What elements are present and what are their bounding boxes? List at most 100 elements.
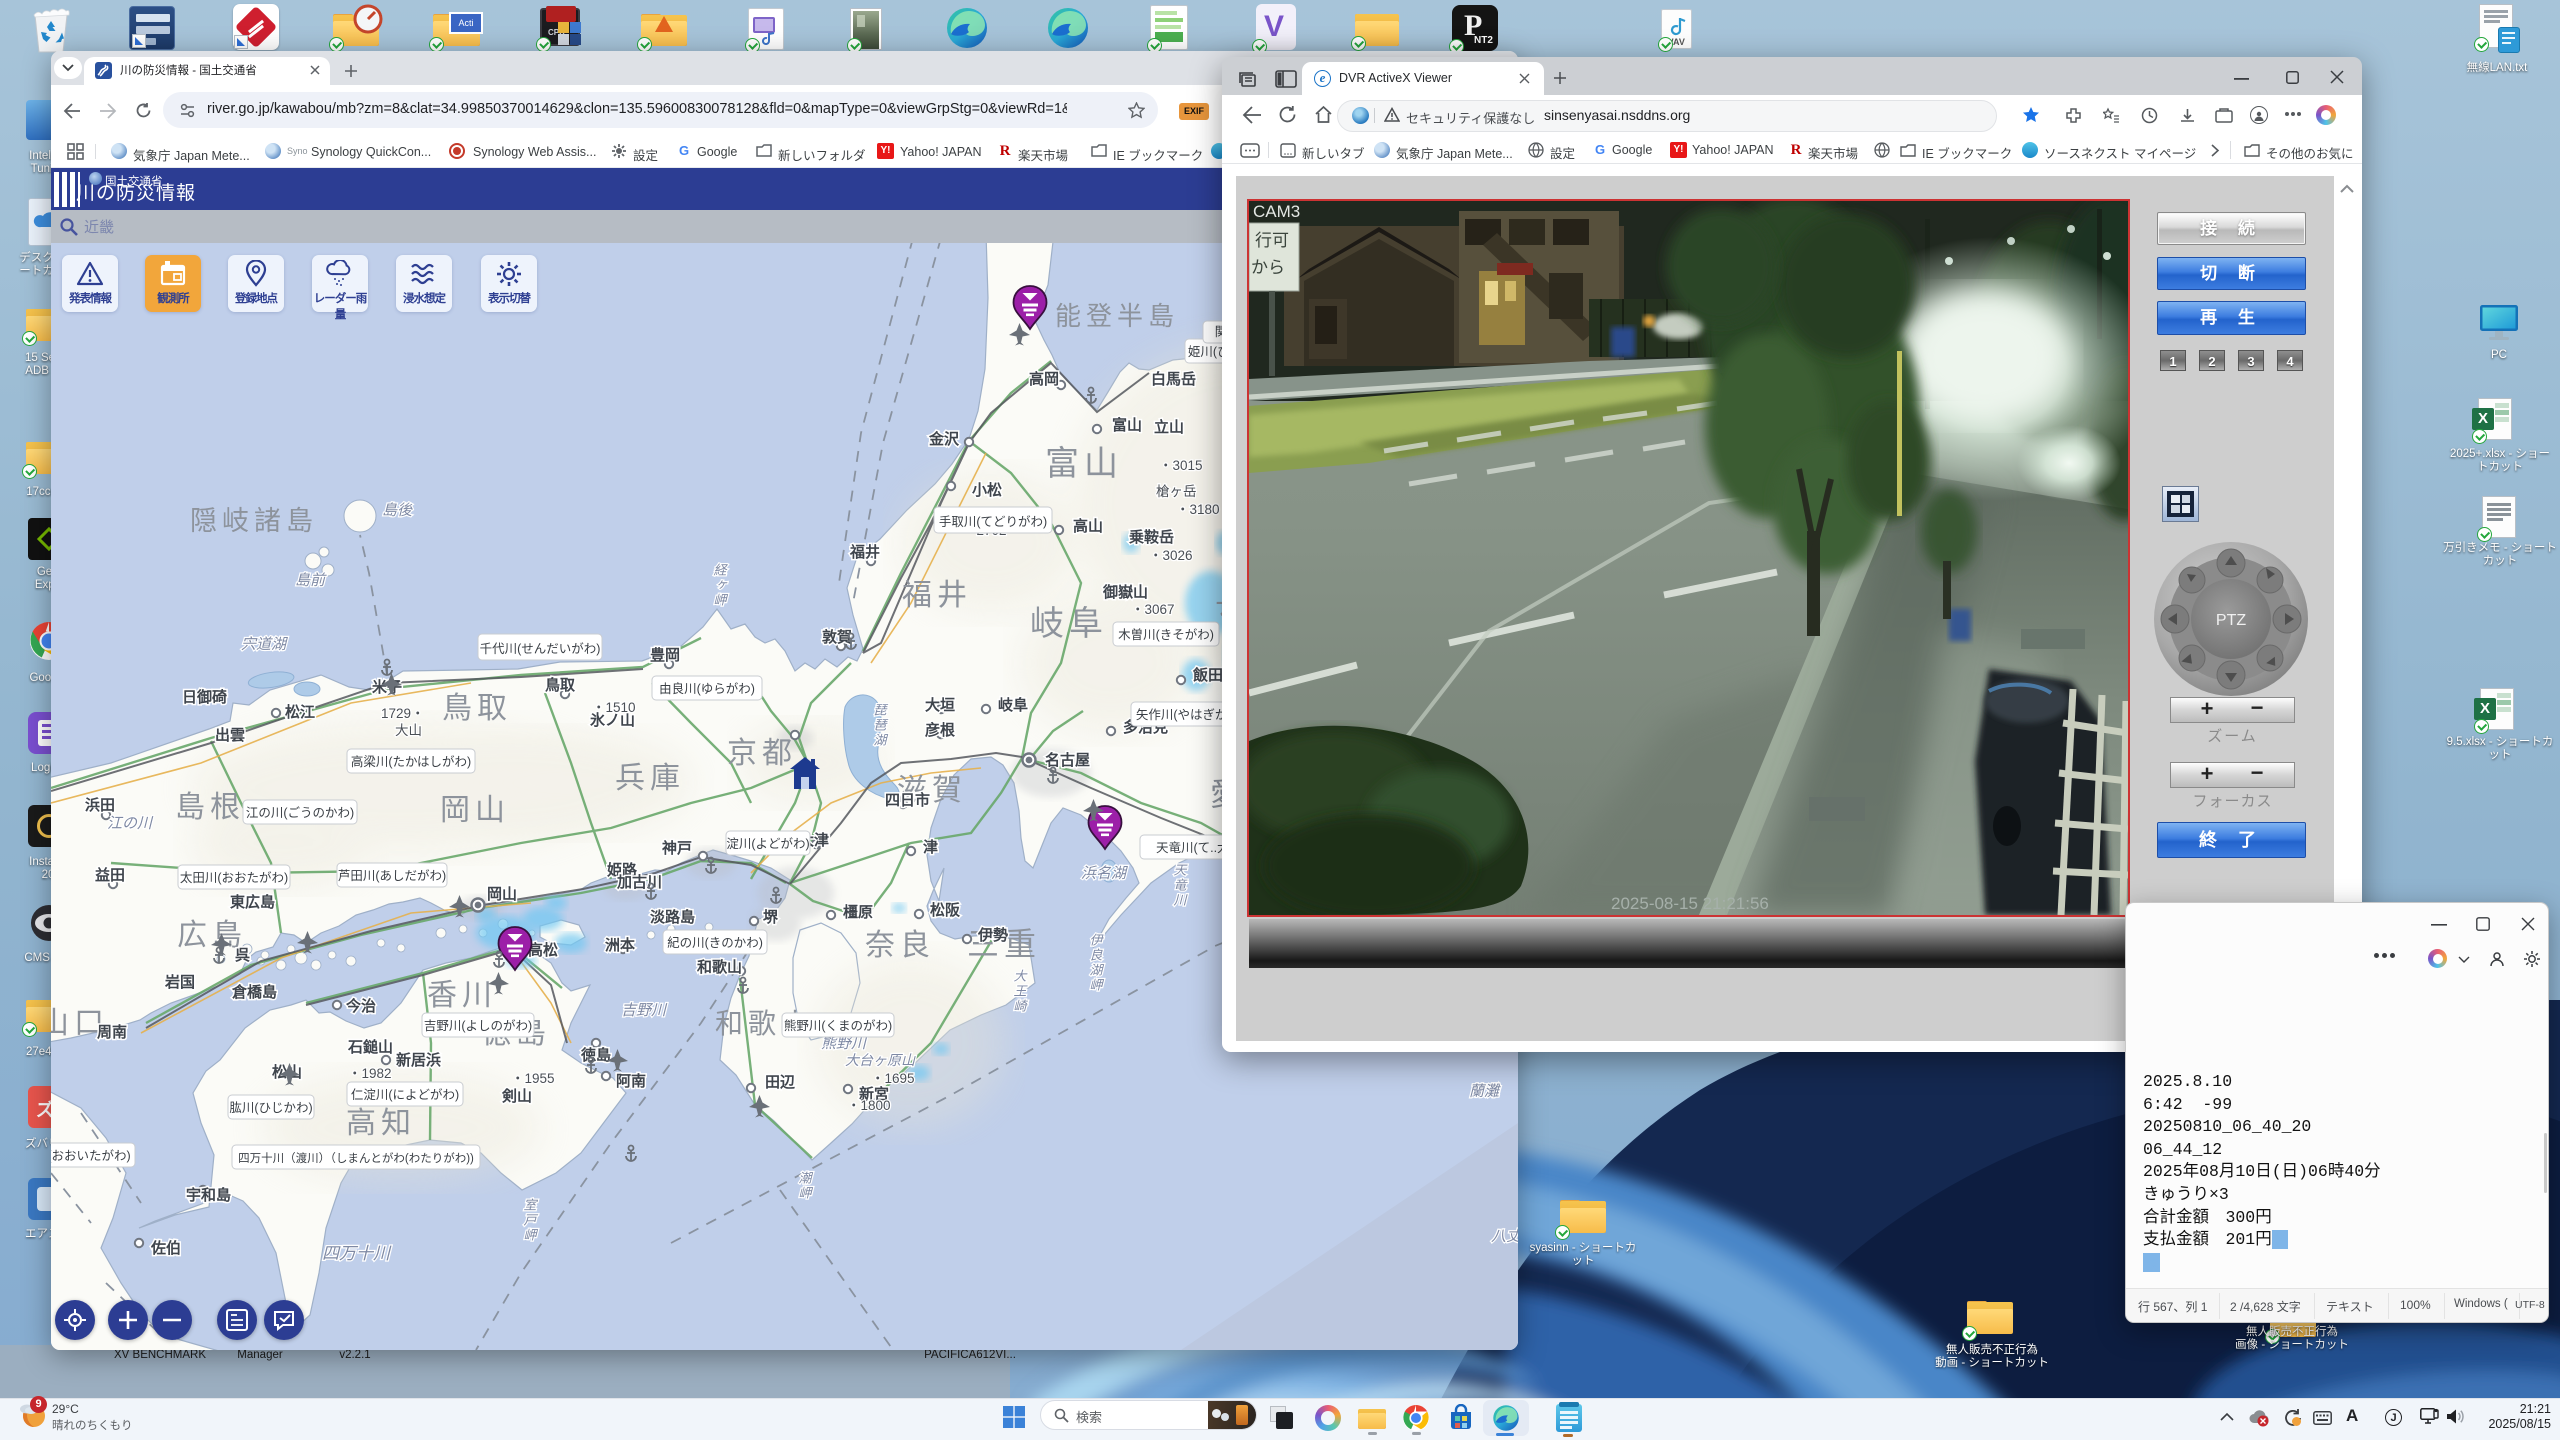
svg-text:彦根: 彦根 bbox=[925, 721, 955, 739]
svg-text:石鎚山: 石鎚山 bbox=[347, 1038, 393, 1056]
svg-text:東広島: 東広島 bbox=[230, 893, 275, 911]
svg-text:松江: 松江 bbox=[285, 703, 315, 721]
svg-text:田辺: 田辺 bbox=[765, 1073, 796, 1091]
svg-text:肱川(ひじかわ): 肱川(ひじかわ) bbox=[229, 1100, 312, 1115]
svg-text:行可: 行可 bbox=[1255, 231, 1289, 250]
svg-text:橿原: 橿原 bbox=[843, 903, 873, 921]
svg-text:吉野川: 吉野川 bbox=[621, 1002, 668, 1019]
svg-text:芦田川(あしだがわ): 芦田川(あしだがわ) bbox=[338, 868, 446, 883]
svg-text:立山: 立山 bbox=[1154, 418, 1184, 436]
svg-text:高松: 高松 bbox=[528, 941, 558, 959]
svg-text:津: 津 bbox=[923, 838, 938, 856]
svg-text:乗鞍岳: 乗鞍岳 bbox=[1129, 528, 1174, 546]
svg-text:手取川(てどりがわ): 手取川(てどりがわ) bbox=[939, 514, 1047, 529]
svg-text:四万十川: 四万十川 bbox=[322, 1244, 392, 1263]
svg-text:江の川(ごうのかわ): 江の川(ごうのかわ) bbox=[246, 805, 354, 820]
svg-text:室戸岬: 室戸岬 bbox=[521, 1197, 537, 1243]
svg-text:新居浜: 新居浜 bbox=[396, 1051, 441, 1069]
svg-text:八丈: 八丈 bbox=[1491, 1228, 1518, 1245]
svg-text:太田川(おおたがわ): 太田川(おおたがわ) bbox=[180, 870, 288, 885]
svg-text:周南: 周南 bbox=[97, 1023, 127, 1041]
svg-text:鳥取: 鳥取 bbox=[442, 692, 512, 725]
svg-text:高知: 高知 bbox=[346, 1107, 416, 1140]
svg-text:・1955: ・1955 bbox=[511, 1071, 555, 1086]
svg-text:PTZ: PTZ bbox=[2216, 612, 2246, 629]
svg-text:福井: 福井 bbox=[902, 579, 972, 612]
svg-text:・3026: ・3026 bbox=[1149, 548, 1193, 563]
svg-text:剣山: 剣山 bbox=[501, 1087, 532, 1105]
svg-text:槍ヶ岳: 槍ヶ岳 bbox=[1156, 484, 1197, 499]
svg-text:木曽川(きそがわ): 木曽川(きそがわ) bbox=[1118, 627, 1214, 642]
svg-text:米子: 米子 bbox=[372, 678, 402, 696]
svg-text:・1510: ・1510 bbox=[592, 700, 636, 715]
svg-text:鳥取: 鳥取 bbox=[545, 676, 576, 694]
svg-text:白馬岳: 白馬岳 bbox=[1151, 370, 1196, 388]
svg-text:益田: 益田 bbox=[95, 866, 125, 884]
svg-text:洲本: 洲本 bbox=[605, 936, 635, 954]
svg-text:CAM3: CAM3 bbox=[1253, 202, 1300, 221]
svg-text:神戸: 神戸 bbox=[662, 839, 692, 857]
svg-text:御嶽山: 御嶽山 bbox=[1102, 583, 1148, 601]
svg-text:岩国: 岩国 bbox=[164, 973, 195, 991]
svg-text:京都: 京都 bbox=[727, 737, 797, 770]
svg-text:高梁川(たかはしがわ): 高梁川(たかはしがわ) bbox=[351, 754, 471, 769]
svg-text:熊野川(くまのがわ): 熊野川(くまのがわ) bbox=[784, 1018, 892, 1033]
svg-text:和歌山: 和歌山 bbox=[697, 958, 742, 976]
svg-text:伊勢: 伊勢 bbox=[977, 926, 1008, 944]
svg-text:大垣: 大垣 bbox=[925, 696, 955, 714]
svg-text:熊野川: 熊野川 bbox=[821, 1035, 868, 1052]
svg-text:兵庫: 兵庫 bbox=[615, 762, 685, 795]
svg-text:岡山: 岡山 bbox=[440, 794, 510, 827]
svg-text:大台ヶ原山: 大台ヶ原山 bbox=[845, 1052, 916, 1068]
svg-text:宍道湖: 宍道湖 bbox=[241, 636, 288, 653]
svg-text:琵琶湖: 琵琶湖 bbox=[871, 703, 887, 748]
svg-text:紀の川(きのかわ): 紀の川(きのかわ) bbox=[667, 936, 763, 950]
svg-text:福井: 福井 bbox=[849, 543, 880, 561]
svg-text:徳島: 徳島 bbox=[580, 1046, 611, 1064]
svg-text:堺: 堺 bbox=[763, 908, 779, 926]
svg-text:四日市: 四日市 bbox=[885, 791, 930, 809]
svg-text:金沢: 金沢 bbox=[928, 430, 960, 448]
svg-text:松阪: 松阪 bbox=[930, 901, 961, 919]
svg-text:呉: 呉 bbox=[235, 947, 250, 964]
svg-text:倉橋島: 倉橋島 bbox=[231, 983, 277, 1001]
svg-text:淀川(よどがわ): 淀川(よどがわ) bbox=[726, 836, 809, 851]
svg-text:隠岐諸島: 隠岐諸島 bbox=[190, 506, 318, 536]
svg-text:飯田: 飯田 bbox=[1192, 666, 1223, 684]
svg-text:富山: 富山 bbox=[1112, 416, 1142, 434]
svg-text:島後: 島後 bbox=[382, 502, 413, 519]
svg-text:伊良湖岬: 伊良湖岬 bbox=[1087, 933, 1103, 993]
svg-text:(おおいたがわ): (おおいたがわ) bbox=[51, 1148, 131, 1163]
svg-text:・1982: ・1982 bbox=[348, 1066, 392, 1081]
svg-text:高岡: 高岡 bbox=[1029, 370, 1059, 388]
svg-text:仁淀川(によどがわ): 仁淀川(によどがわ) bbox=[351, 1087, 459, 1102]
svg-text:岡山: 岡山 bbox=[487, 886, 517, 903]
svg-text:・1695: ・1695 bbox=[871, 1071, 915, 1086]
svg-text:奈良: 奈良 bbox=[865, 929, 935, 962]
svg-text:香川: 香川 bbox=[427, 979, 497, 1012]
svg-text:千代川(せんだいがわ): 千代川(せんだいがわ) bbox=[480, 641, 601, 656]
svg-text:敦賀: 敦賀 bbox=[822, 628, 852, 646]
svg-text:名古屋: 名古屋 bbox=[1045, 751, 1090, 769]
svg-text:島前: 島前 bbox=[295, 572, 327, 589]
svg-text:・1800: ・1800 bbox=[847, 1098, 891, 1113]
svg-text:四万十川（渡川）（しまんとがわ(わたりがわ)): 四万十川（渡川）（しまんとがわ(わたりがわ)) bbox=[238, 1151, 474, 1165]
svg-text:由良川(ゆらがわ): 由良川(ゆらがわ) bbox=[659, 681, 755, 696]
svg-text:天竜川: 天竜川 bbox=[1171, 863, 1187, 908]
svg-text:1729・: 1729・ bbox=[381, 706, 425, 721]
svg-text:高山: 高山 bbox=[1073, 517, 1103, 535]
svg-text:・3180: ・3180 bbox=[1176, 502, 1220, 517]
svg-text:富山: 富山 bbox=[1045, 445, 1123, 483]
svg-text:宇和島: 宇和島 bbox=[186, 1186, 231, 1204]
svg-text:・3067: ・3067 bbox=[1131, 602, 1175, 617]
svg-text:淡路島: 淡路島 bbox=[650, 908, 695, 926]
svg-text:浜田: 浜田 bbox=[85, 796, 115, 814]
svg-text:豊岡: 豊岡 bbox=[650, 646, 680, 664]
svg-text:島根: 島根 bbox=[175, 791, 245, 824]
svg-text:浜名湖: 浜名湖 bbox=[1081, 865, 1128, 882]
svg-text:・3015: ・3015 bbox=[1159, 458, 1203, 473]
svg-text:潮岬: 潮岬 bbox=[796, 1171, 812, 1201]
svg-text:江の川: 江の川 bbox=[107, 815, 154, 832]
svg-text:経ヶ岬: 経ヶ岬 bbox=[711, 563, 727, 608]
svg-text:蘭灘: 蘭灘 bbox=[1469, 1083, 1501, 1100]
